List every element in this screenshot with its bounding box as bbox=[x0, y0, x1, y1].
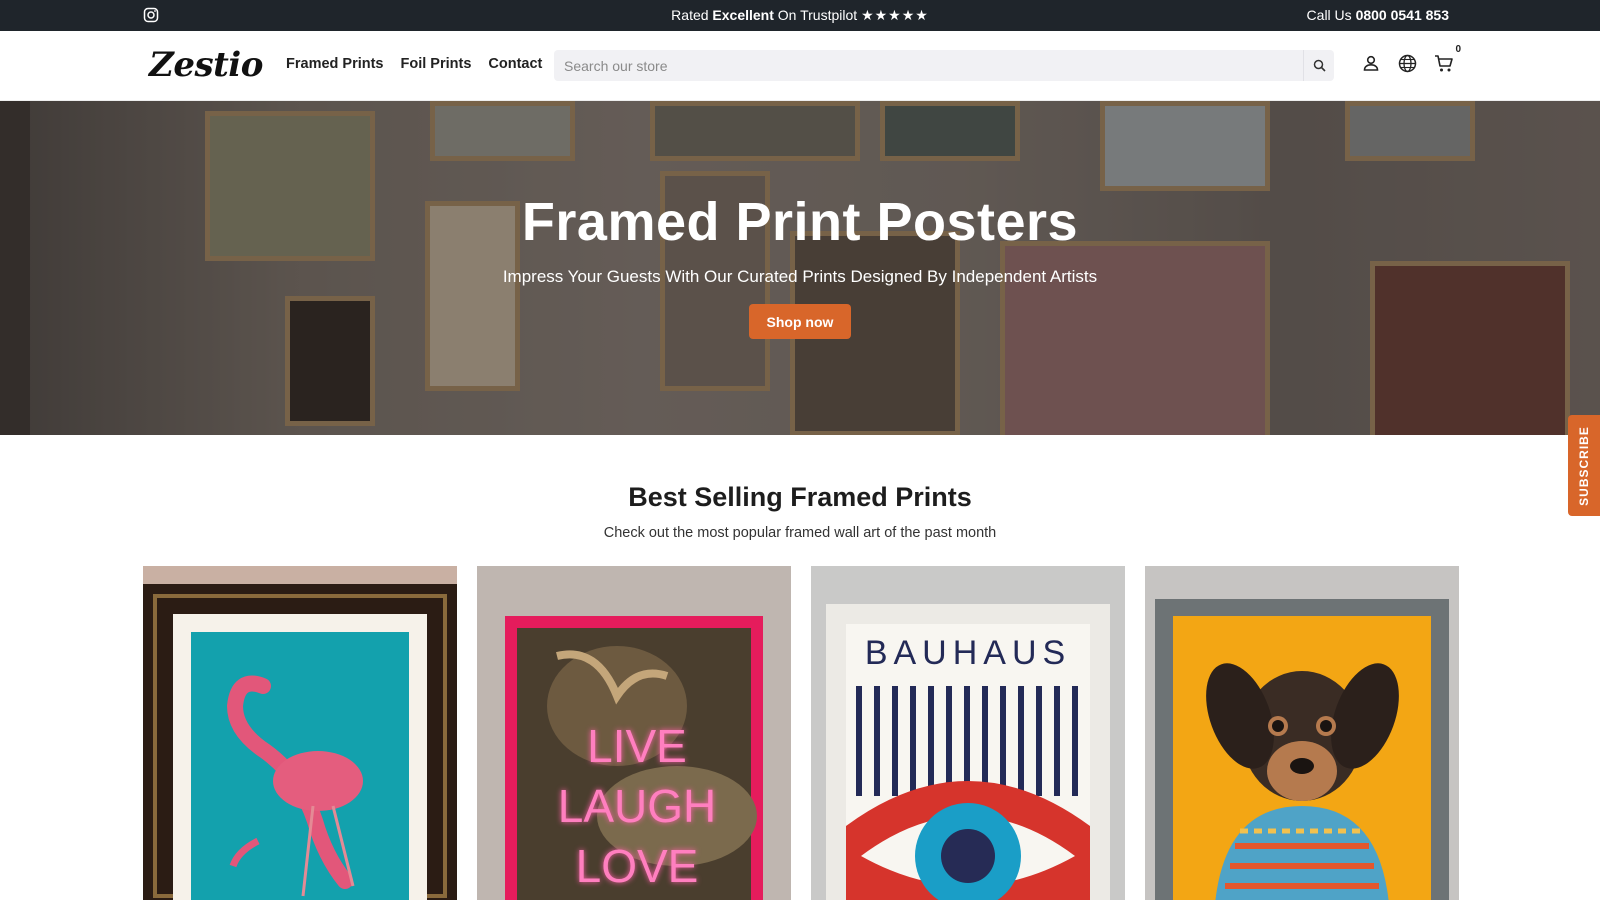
section-subtitle: Check out the most popular framed wall a… bbox=[603, 525, 997, 541]
search-button[interactable] bbox=[1303, 50, 1334, 81]
bauhaus-title-text: BAUHAUS bbox=[864, 634, 1072, 672]
search-input[interactable] bbox=[554, 50, 1303, 81]
hero-subtitle: Impress Your Guests With Our Curated Pri… bbox=[502, 267, 1098, 286]
hero-title: Framed Print Posters bbox=[521, 192, 1079, 252]
nav-foil-prints[interactable]: Foil Prints bbox=[401, 56, 472, 72]
account-icon[interactable] bbox=[1360, 52, 1382, 74]
product-card-flamingo[interactable] bbox=[143, 566, 457, 900]
main-nav: Framed Prints Foil Prints Contact bbox=[286, 56, 542, 72]
nav-framed-prints[interactable]: Framed Prints bbox=[286, 56, 384, 72]
bauhaus-print-image bbox=[826, 604, 1110, 900]
call-us: Call Us 0800 0541 853 bbox=[1306, 7, 1449, 23]
hero-banner: Framed Print Posters Impress Your Guests… bbox=[0, 101, 1600, 435]
rating-stars: ★★★★★ bbox=[861, 7, 929, 23]
section-title: Best Selling Framed Prints bbox=[628, 482, 972, 512]
search-bar bbox=[554, 50, 1334, 81]
cart-icon[interactable]: 0 bbox=[1432, 44, 1461, 74]
shop-now-button[interactable]: Shop now bbox=[749, 304, 851, 339]
live-laugh-love-text: LIVE LAUGH LOVE bbox=[557, 720, 717, 892]
nav-contact[interactable]: Contact bbox=[488, 56, 542, 72]
product-grid: LIVE LAUGH LOVE BAUHAUS bbox=[143, 566, 1459, 900]
site-logo[interactable]: Zestio bbox=[149, 45, 263, 85]
site-header: Zestio Framed Prints Foil Prints Contact… bbox=[0, 31, 1600, 101]
cart-count: 0 bbox=[1455, 44, 1461, 55]
product-card-bauhaus[interactable]: BAUHAUS bbox=[811, 566, 1125, 900]
phone-number[interactable]: 0800 0541 853 bbox=[1356, 7, 1449, 23]
globe-icon[interactable] bbox=[1396, 52, 1418, 74]
announcement-bar: Rated Excellent On Trustpilot ★★★★★ Call… bbox=[0, 0, 1600, 31]
subscribe-tab[interactable]: SUBSCRIBE bbox=[1568, 415, 1600, 516]
header-icons: 0 bbox=[1360, 44, 1461, 74]
dog-print-image bbox=[1155, 599, 1449, 900]
product-card-dog[interactable] bbox=[1145, 566, 1459, 900]
search-icon bbox=[1313, 59, 1326, 72]
product-card-live-laugh-love[interactable]: LIVE LAUGH LOVE bbox=[477, 566, 791, 900]
flamingo-print-image bbox=[143, 584, 457, 900]
